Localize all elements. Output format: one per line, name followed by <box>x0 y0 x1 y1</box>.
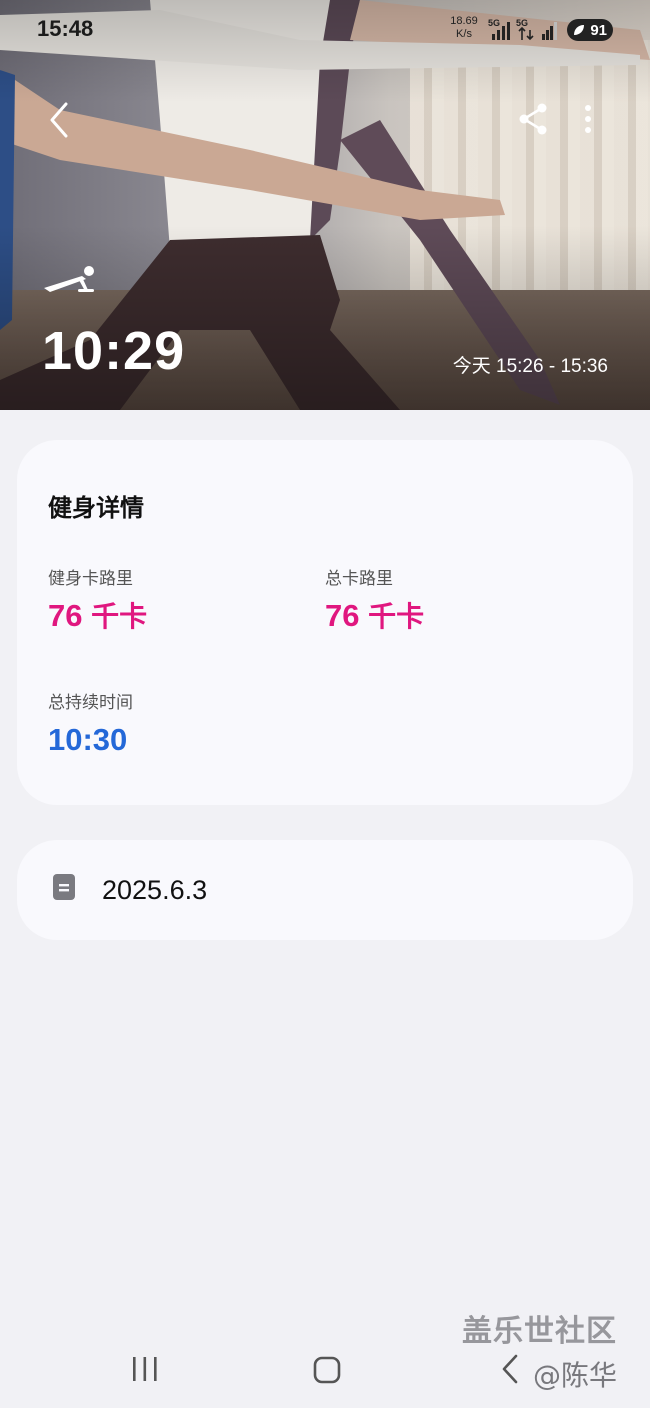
note-card[interactable]: 2025.6.3 <box>17 840 633 940</box>
recent-apps-icon <box>133 1357 157 1381</box>
note-text: 2025.6.3 <box>102 875 208 905</box>
total-calories-value: 76 千卡 <box>325 598 424 635</box>
network-speed: 18.69 K/s <box>444 15 484 41</box>
share-button[interactable] <box>516 102 550 136</box>
battery-saver-leaf-icon <box>574 25 584 35</box>
workout-calories-label: 健身卡路里 <box>48 569 133 589</box>
total-duration-value: 10:30 <box>48 722 128 757</box>
pushup-icon <box>42 264 100 294</box>
total-calories-number: 76 <box>325 598 360 633</box>
more-options-button[interactable] <box>574 102 602 136</box>
total-duration-label: 总持续时间 <box>48 693 133 713</box>
status-bar: 15:48 18.69 K/s 5G 5G 91 <box>0 0 650 60</box>
network-speed-unit: K/s <box>456 28 472 40</box>
nav-back-icon <box>502 1354 518 1384</box>
card-title: 健身详情 <box>48 494 144 522</box>
watermark-site: 盖乐世社区 <box>462 1314 617 1349</box>
workout-calories-unit: 千卡 <box>91 600 148 633</box>
more-vertical-icon <box>585 105 591 133</box>
note-icon <box>53 874 75 900</box>
workout-details-card: 健身详情 健身卡路里 76 千卡 总卡路里 76 千卡 总持续时间 10:30 <box>17 440 633 805</box>
home-icon <box>313 1356 341 1384</box>
back-button[interactable] <box>44 100 80 140</box>
battery-level: 91 <box>590 21 607 39</box>
workout-calories-value: 76 千卡 <box>48 598 147 635</box>
workout-time-range: 今天 15:26 - 15:36 <box>452 356 608 377</box>
recent-apps-button[interactable] <box>131 1356 159 1382</box>
network-speed-value: 18.69 <box>450 15 478 27</box>
nav-back-button[interactable] <box>500 1354 520 1384</box>
status-time: 15:48 <box>37 16 94 41</box>
total-calories-unit: 千卡 <box>368 600 425 633</box>
total-duration-metric: 总持续时间 10:30 <box>48 692 133 758</box>
workout-calories-metric: 健身卡路里 76 千卡 <box>48 568 147 635</box>
workout-duration: 10:29 <box>42 321 186 381</box>
total-calories-label: 总卡路里 <box>325 569 393 589</box>
battery-icon: 91 <box>567 19 613 41</box>
workout-calories-number: 76 <box>48 598 83 633</box>
chevron-left-icon <box>50 102 68 138</box>
home-button[interactable] <box>313 1356 341 1384</box>
watermark-user: @陈华 <box>533 1359 618 1392</box>
total-calories-metric: 总卡路里 76 千卡 <box>325 568 424 635</box>
share-icon <box>519 103 547 135</box>
hero-banner: 15:48 18.69 K/s 5G 5G 91 10:29 今天 15:26 … <box>0 0 650 410</box>
